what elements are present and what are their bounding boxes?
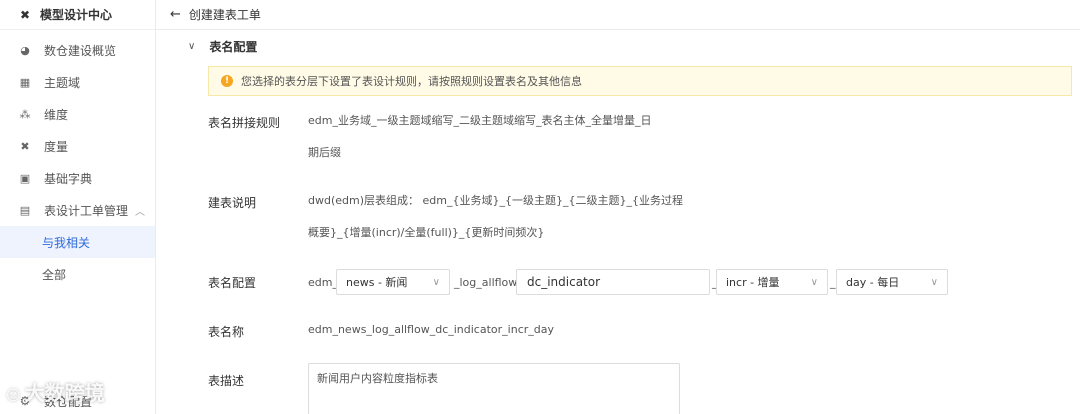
sidebar-subitem-all[interactable]: 全部 [0,258,155,290]
rule-text: edm_业务域_一级主题域缩写_二级主题域缩写_表名主体_全量增量_日 期后缀 [308,112,651,162]
mid-text: _log_allflow_ [454,276,523,289]
description-value: 新闻用户内容粒度指标表 [317,372,438,385]
sidebar-item-measure[interactable]: ✖ 度量 [0,130,155,162]
notice-banner: ! 您选择的表分层下设置了表设计规则，请按照规则设置表名及其他信息 [208,66,1072,96]
watermark-text: 大数跨境 [24,381,105,405]
sidebar-item-subject-domain[interactable]: ▦ 主题域 [0,66,155,98]
sidebar-subitem-label: 与我相关 [42,235,91,250]
sidebar-item-dimension[interactable]: ⁂ 维度 [0,98,155,130]
freq-select[interactable]: day - 每日 ∨ [836,269,948,295]
sidebar-item-label: 维度 [44,107,69,122]
incr-select-value: incr - 增量 [726,276,780,289]
prefix-text: edm_ [308,276,338,289]
rule-label: 表名拼接规则 [208,116,281,130]
sidebar-nav: ◕ 数仓建设概览 ▦ 主题域 ⁂ 维度 ✖ 度量 ▣ 基础字典 ▤ 表设计工单管… [0,30,155,290]
sidebar-item-label: 数仓建设概览 [44,43,117,58]
sidebar-item-dictionary[interactable]: ▣ 基础字典 [0,162,155,194]
chevron-down-icon: ∨ [432,276,440,288]
page-title: 创建建表工单 [188,8,261,22]
nodes-icon: ⁂ [19,107,31,121]
subject-input-value: dc_indicator [527,275,601,289]
warning-icon: ! [221,75,233,87]
sidebar-item-table-design[interactable]: ▤ 表设计工单管理 ︿ [0,194,155,226]
incr-select[interactable]: incr - 增量 ∨ [716,269,828,295]
watermark: ☺ 大数跨境 [6,377,105,406]
notice-text: 您选择的表分层下设置了表设计规则，请按照规则设置表名及其他信息 [241,75,582,88]
section-header[interactable]: ∨ 表名配置 [188,38,257,55]
desc-line1: dwd(edm)层表组成： edm_{业务域}_{一级主题}_{二级主题}_{业… [308,194,683,207]
domain-select-value: news - 新闻 [346,276,408,289]
chevron-down-icon: ∨ [930,276,938,288]
watermark-logo-icon: ☺ [6,388,21,404]
sidebar-item-label: 表设计工单管理 [44,203,129,218]
table-name-value: edm_news_log_allflow_dc_indicator_incr_d… [308,323,554,336]
table-icon: ▤ [19,203,31,217]
main-content: ∨ 表名配置 ! 您选择的表分层下设置了表设计规则，请按照规则设置表名及其他信息… [156,30,1080,414]
chevron-down-icon: ∨ [810,276,818,288]
chevron-down-icon: ∨ [188,41,196,52]
page-header: ← 创建建表工单 [156,0,1080,30]
sidebar: ✖ 模型设计中心 ◕ 数仓建设概览 ▦ 主题域 ⁂ 维度 ✖ 度量 ▣ 基础字典… [0,0,156,414]
save-icon: ▣ [19,171,31,185]
name-label: 表名称 [208,325,245,339]
domain-select[interactable]: news - 新闻 ∨ [336,269,450,295]
back-arrow-icon[interactable]: ← [170,7,181,22]
description-textarea[interactable]: 新闻用户内容粒度指标表 [308,363,680,414]
rule-line1: edm_业务域_一级主题域缩写_二级主题域缩写_表名主体_全量增量_日 [308,114,652,127]
freq-select-value: day - 每日 [846,276,900,289]
sidebar-item-overview[interactable]: ◕ 数仓建设概览 [0,34,155,66]
rule-line2: 期后缀 [308,146,341,159]
dashboard-icon: ◕ [20,43,30,57]
description-label: 表描述 [208,374,245,388]
brand-label: 模型设计中心 [40,8,113,22]
desc-line2: 概要}_{增量(incr)/全量(full)}_{更新时间频次} [308,226,545,239]
tools-icon: ✖ [19,7,31,22]
sidebar-item-label: 基础字典 [44,171,93,186]
sidebar-brand[interactable]: ✖ 模型设计中心 [0,0,155,30]
sidebar-item-label: 主题域 [44,75,81,90]
tools-icon: ✖ [20,139,30,153]
desc-text: dwd(edm)层表组成： edm_{业务域}_{一级主题}_{二级主题}_{业… [308,192,683,242]
sidebar-item-label: 度量 [44,139,69,154]
config-label: 表名配置 [208,276,257,290]
subject-input[interactable]: dc_indicator [516,269,710,295]
chevron-up-icon: ︿ [135,206,145,218]
grid-icon: ▦ [19,75,31,89]
desc-label: 建表说明 [208,196,257,210]
sidebar-subitem-mine[interactable]: 与我相关 [0,226,155,258]
sep2-text: _ [830,276,836,289]
sidebar-subitem-label: 全部 [42,267,67,282]
section-title: 表名配置 [209,40,258,54]
